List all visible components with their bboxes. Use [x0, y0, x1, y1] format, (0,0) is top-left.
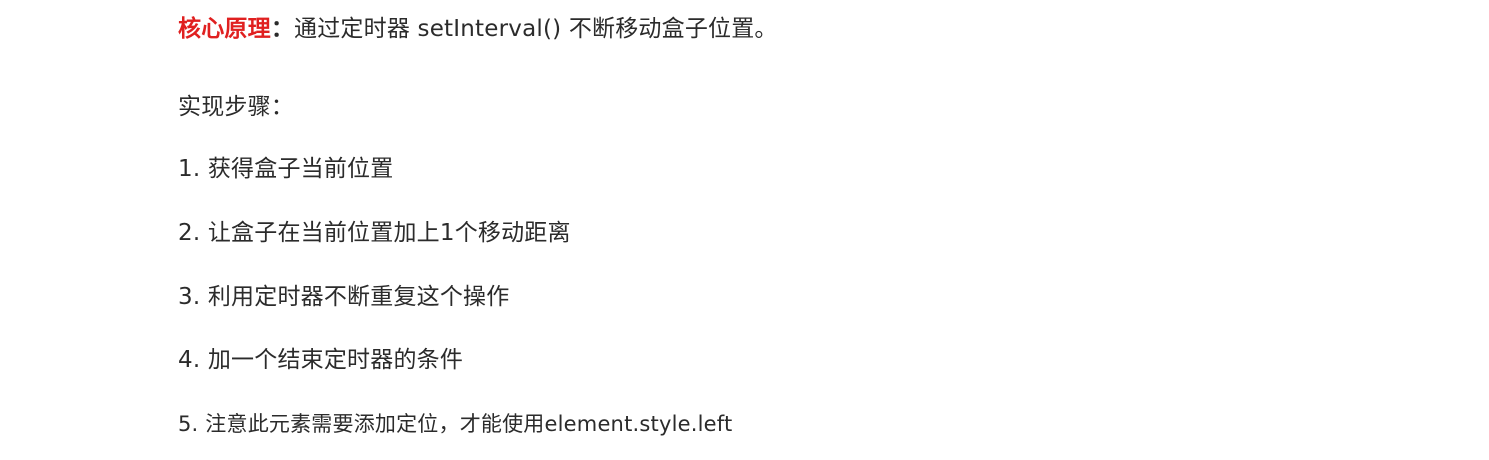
- step-item-4: 4. 加一个结束定时器的条件: [178, 347, 464, 373]
- core-principle-label: 核心原理: [178, 16, 271, 42]
- core-principle-colon: ：: [270, 16, 295, 42]
- document-body: 核心原理：通过定时器 setInterval() 不断移动盒子位置。 实现步骤：…: [0, 0, 1489, 460]
- steps-heading: 实现步骤：: [178, 94, 294, 120]
- core-principle-line: 核心原理：通过定时器 setInterval() 不断移动盒子位置。: [178, 14, 778, 44]
- step-item-1: 1. 获得盒子当前位置: [178, 156, 394, 182]
- step-item-5: 5. 注意此元素需要添加定位，才能使用element.style.left: [178, 412, 733, 436]
- step-item-3: 3. 利用定时器不断重复这个操作: [178, 284, 510, 310]
- step-item-2: 2. 让盒子在当前位置加上1个移动距离: [178, 220, 571, 246]
- core-principle-text: 通过定时器 setInterval() 不断移动盒子位置。: [294, 16, 778, 42]
